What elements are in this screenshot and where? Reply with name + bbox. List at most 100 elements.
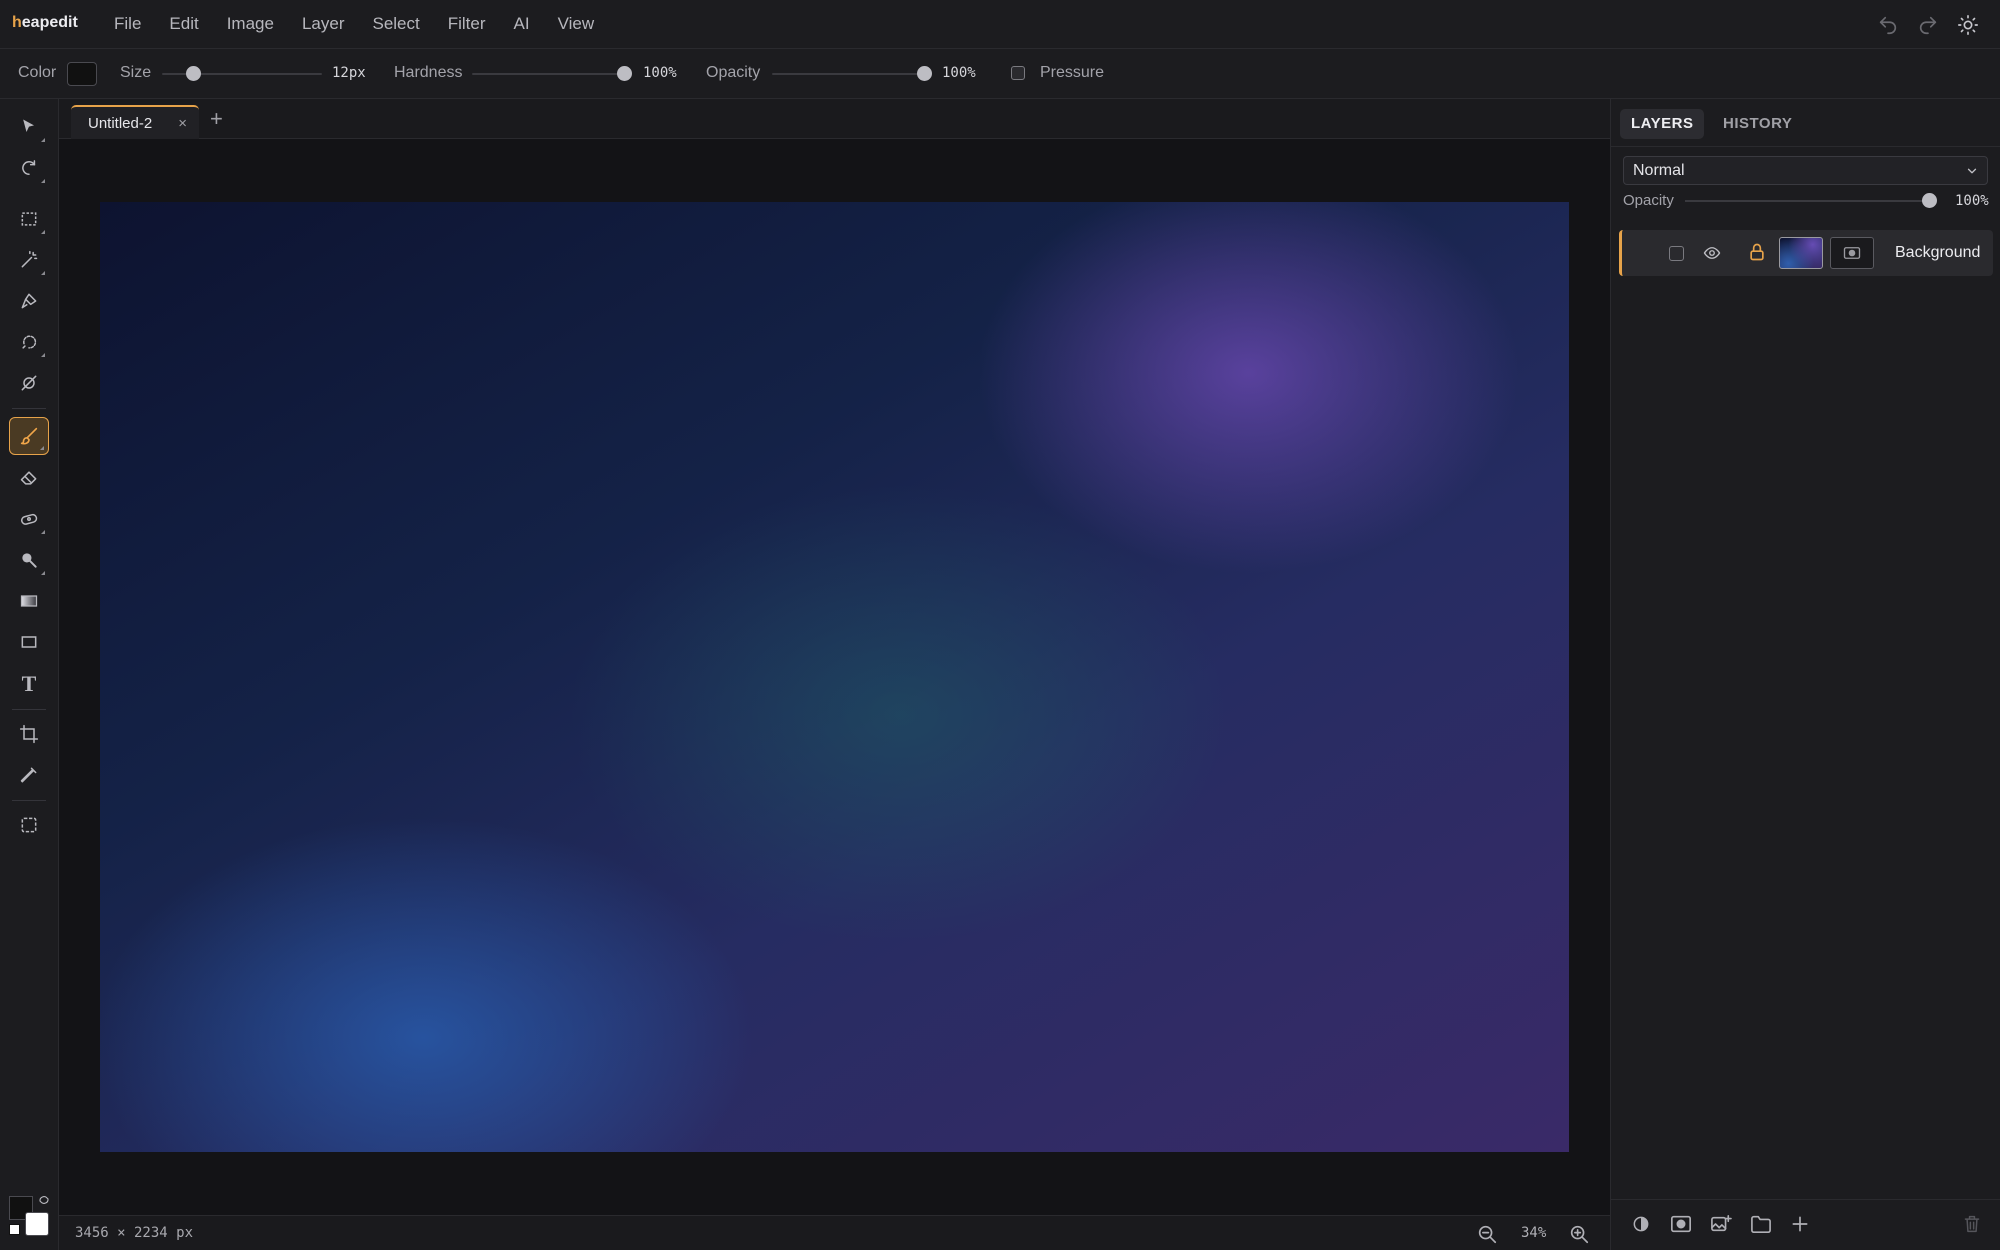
brush-icon [18,425,40,447]
add-image-icon[interactable] [1710,1214,1732,1234]
move-tool[interactable] [9,108,49,146]
layers-panel: LAYERS HISTORY Normal Opacity 100% Backg… [1610,99,2000,1250]
cursor-icon [19,117,39,137]
frame-icon [19,815,39,835]
swap-colors-icon[interactable] [38,1194,50,1206]
rectangle-icon [19,632,39,652]
tab-history[interactable]: HISTORY [1712,109,1803,139]
undo-icon[interactable] [1877,14,1899,36]
pressure-checkbox[interactable] [1011,66,1025,80]
brush-tool[interactable] [9,417,49,455]
menu-file[interactable]: File [100,0,155,48]
size-slider-thumb[interactable] [185,66,201,81]
submenu-indicator [41,230,45,234]
menu-edit[interactable]: Edit [155,0,212,48]
menu-ai[interactable]: AI [500,0,544,48]
submenu-indicator [41,530,45,534]
layer-opacity-value: 100% [1955,193,1989,209]
object-select-tool[interactable] [9,364,49,402]
status-bar: 3456 × 2234 px 34% [59,1215,1610,1250]
size-label: Size [120,64,152,81]
tool-options-bar: Color Size 12px Hardness 100% Opacity 10… [0,49,2000,99]
opacity-slider-thumb[interactable] [917,66,932,81]
submenu-indicator [41,353,45,357]
new-tab-button[interactable]: + [210,106,223,132]
layer-opacity-slider-thumb[interactable] [1922,193,1937,208]
menu-view[interactable]: View [544,0,609,48]
eyedropper-tool[interactable] [9,756,49,794]
menu-select[interactable]: Select [358,0,433,48]
pen-tool[interactable] [9,282,49,320]
theme-toggle-icon[interactable] [1957,14,1979,36]
zoom-in-icon[interactable] [1568,1223,1590,1245]
lock-icon[interactable] [1747,242,1767,262]
menu-image[interactable]: Image [213,0,288,48]
layer-mask-thumbnail[interactable] [1830,237,1874,269]
toolbar-divider [12,800,46,801]
magic-wand-icon [19,250,39,270]
lasso-tool[interactable] [9,149,49,187]
layer-select-checkbox[interactable] [1669,246,1684,261]
size-value: 12px [332,65,366,81]
layer-row[interactable]: Background [1619,230,1993,276]
dodge-icon [19,550,39,570]
text-tool[interactable]: T [9,665,49,703]
layer-opacity-slider[interactable] [1685,200,1928,202]
trash-icon[interactable] [1963,1214,1981,1234]
layers-panel-footer [1611,1199,2000,1250]
menu-filter[interactable]: Filter [434,0,500,48]
eraser-icon [19,468,39,488]
layer-opacity-label: Opacity [1623,192,1674,209]
submenu-indicator [40,446,44,450]
eyedropper-icon [19,765,39,785]
gradient-icon [19,591,39,611]
reset-colors-icon[interactable] [9,1224,20,1235]
shape-tool[interactable] [9,623,49,661]
close-tab-icon[interactable]: × [178,115,187,132]
eraser-tool[interactable] [9,459,49,497]
background-color-swatch[interactable] [25,1212,49,1236]
pressure-label: Pressure [1040,64,1105,81]
eye-icon[interactable] [1702,244,1722,262]
mask-icon[interactable] [1670,1214,1692,1234]
dodge-tool[interactable] [9,541,49,579]
healing-tool[interactable] [9,500,49,538]
main-menu: File Edit Image Layer Select Filter AI V… [100,0,608,48]
marquee-tool[interactable] [9,200,49,238]
redo-icon[interactable] [1917,14,1939,36]
magic-wand-tool[interactable] [9,241,49,279]
hardness-value: 100% [643,65,677,81]
add-layer-icon[interactable] [1790,1214,1810,1234]
zoom-out-icon[interactable] [1476,1223,1498,1245]
crop-tool[interactable] [9,715,49,753]
pen-icon [19,291,39,311]
crop-icon [19,724,39,744]
lasso-icon [19,158,39,178]
document-tab[interactable]: Untitled-2 × [71,105,199,139]
folder-icon[interactable] [1750,1214,1772,1234]
zoom-level[interactable]: 34% [1521,1225,1546,1241]
opacity-label: Opacity [706,64,761,81]
color-swatch[interactable] [67,62,97,86]
menu-layer[interactable]: Layer [288,0,359,48]
bandage-icon [19,509,39,529]
chevron-down-icon [1965,164,1979,178]
hardness-slider[interactable] [472,73,632,75]
app-logo[interactable]: heapedit [12,14,78,32]
document-dimensions: 3456 × 2234 px [75,1225,194,1241]
object-select-icon [19,373,39,393]
image-canvas[interactable] [100,202,1569,1152]
toolbar-divider [12,709,46,710]
submenu-indicator [41,138,45,142]
marquee-icon [19,209,39,229]
quick-selection-icon [19,332,39,352]
panel-divider [1611,146,2000,147]
opacity-slider[interactable] [772,73,932,75]
gradient-tool[interactable] [9,582,49,620]
hardness-slider-thumb[interactable] [617,66,632,81]
blend-mode-select[interactable]: Normal [1623,156,1988,185]
quick-selection-tool[interactable] [9,323,49,361]
frame-tool[interactable] [9,806,49,844]
tab-layers[interactable]: LAYERS [1620,109,1705,139]
adjustment-icon[interactable] [1631,1214,1651,1234]
